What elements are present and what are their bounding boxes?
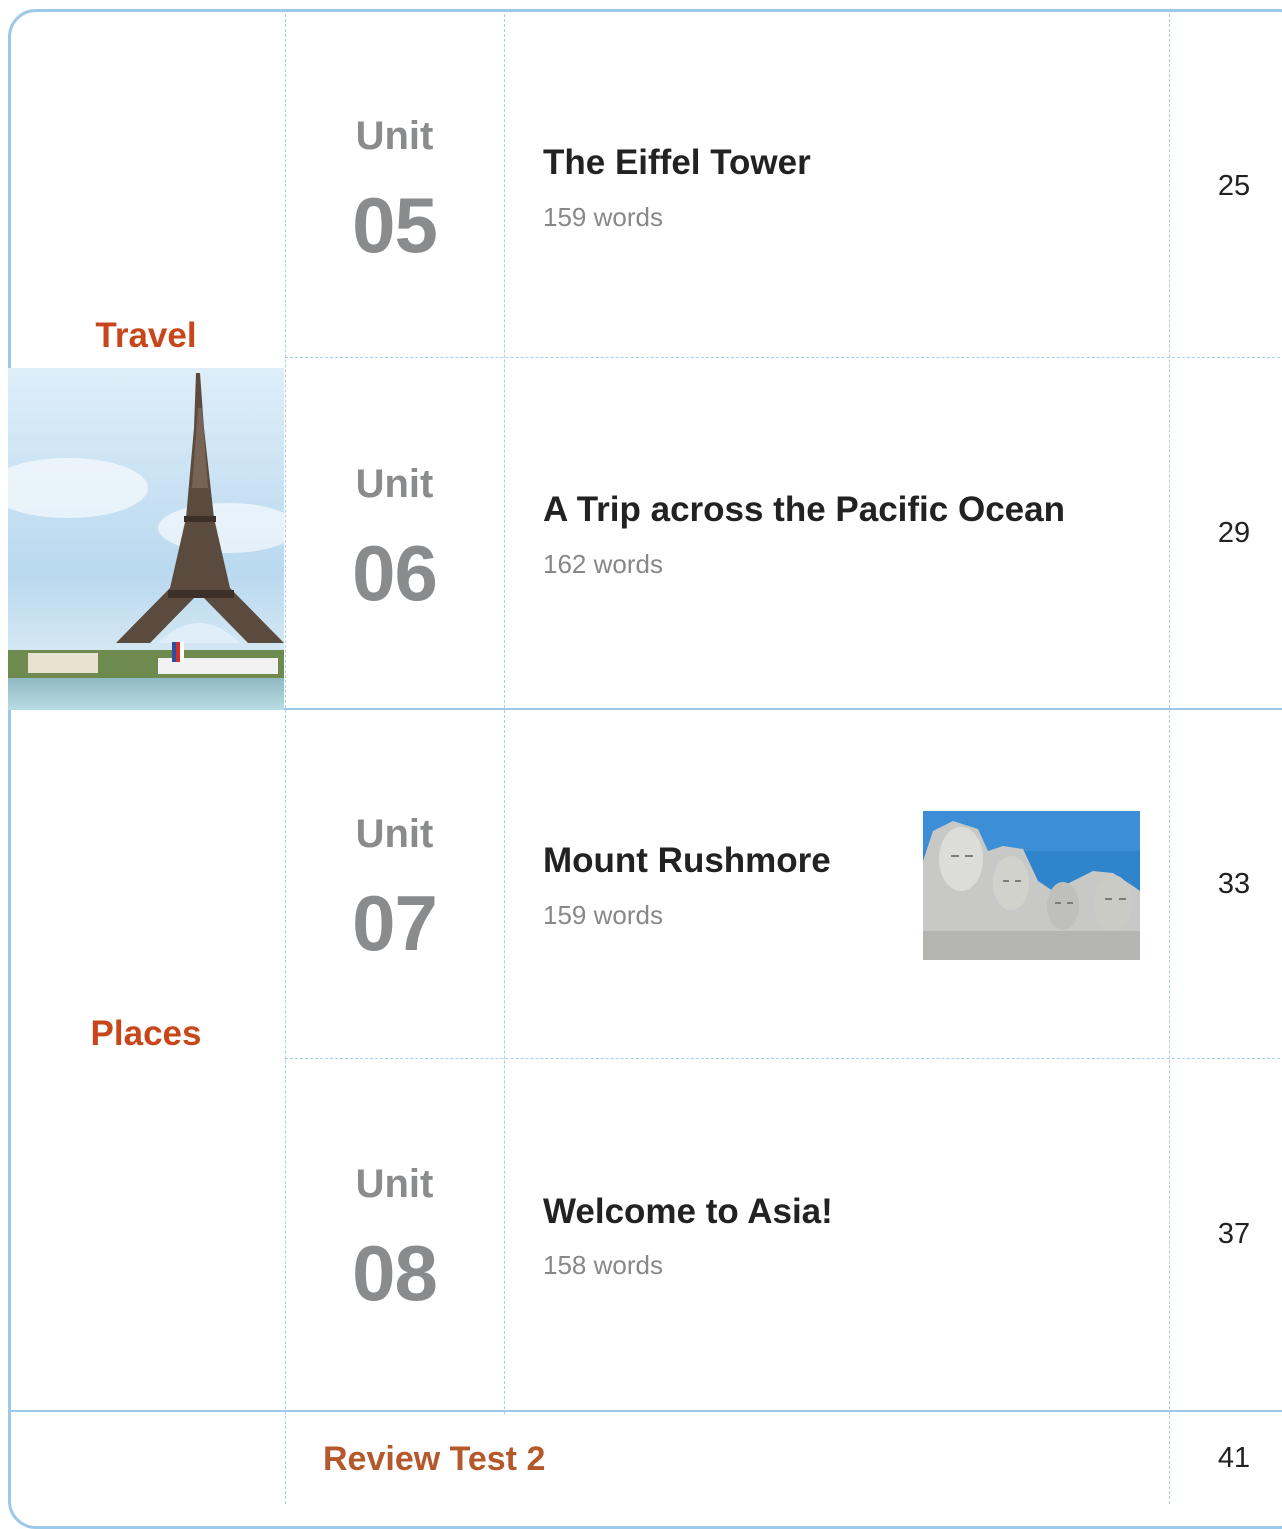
page-number[interactable]: 37: [1170, 1218, 1282, 1251]
column-divider-unit: [504, 14, 505, 1414]
unit-label: Unit: [355, 1162, 434, 1206]
unit-number: 07: [352, 879, 438, 967]
theme-travel: Travel: [95, 316, 197, 355]
eiffel-tower-photo: [8, 368, 284, 710]
mount-rushmore-photo: [923, 811, 1140, 960]
page-number[interactable]: 33: [1170, 868, 1282, 901]
word-count: 159 words: [543, 900, 663, 930]
unit-title[interactable]: Mount Rushmore: [543, 841, 831, 881]
word-count: 162 words: [543, 549, 663, 579]
theme-places: Places: [90, 1014, 202, 1053]
page-number[interactable]: 25: [1170, 170, 1282, 203]
unit-title[interactable]: Welcome to Asia!: [543, 1192, 833, 1232]
unit-label: Unit: [355, 812, 434, 856]
row-divider-1: [285, 357, 1282, 358]
word-count: 158 words: [543, 1250, 663, 1280]
review-page-number[interactable]: 41: [1170, 1442, 1282, 1475]
unit-title[interactable]: The Eiffel Tower: [543, 143, 811, 183]
section-divider-2: [10, 1410, 1282, 1412]
unit-number: 08: [352, 1229, 438, 1317]
unit-title[interactable]: A Trip across the Pacific Ocean: [543, 490, 1065, 530]
unit-label: Unit: [355, 114, 434, 158]
column-divider-page: [1169, 14, 1170, 1504]
unit-label: Unit: [355, 462, 434, 506]
unit-number: 06: [352, 529, 438, 617]
table-frame: [8, 9, 1282, 1529]
unit-number: 05: [352, 181, 438, 269]
word-count: 159 words: [543, 202, 663, 232]
page-number[interactable]: 29: [1170, 517, 1282, 550]
review-test-title[interactable]: Review Test 2: [323, 1440, 545, 1479]
row-divider-2: [285, 1058, 1282, 1059]
